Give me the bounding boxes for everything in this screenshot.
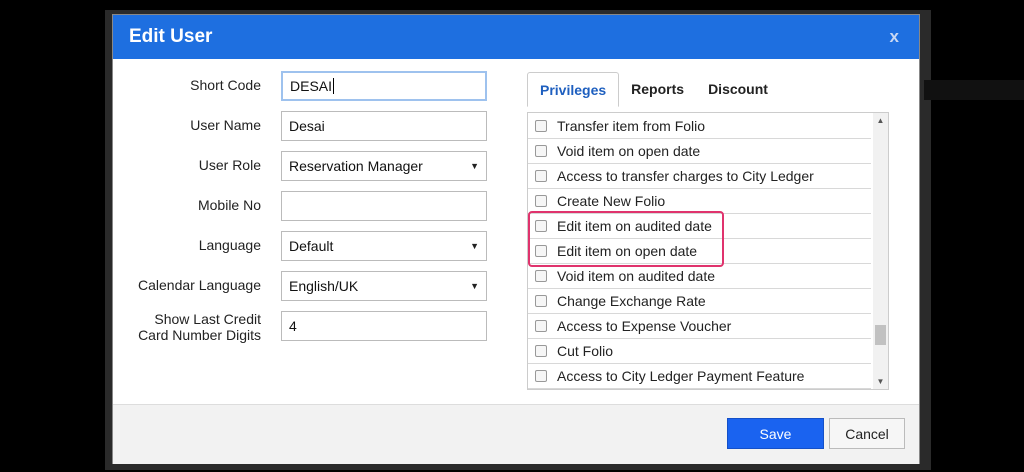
language-value: Default bbox=[289, 238, 334, 254]
tab-privileges[interactable]: Privileges bbox=[527, 72, 620, 107]
privilege-item[interactable]: Void item on audited date bbox=[528, 264, 871, 289]
close-icon[interactable]: x bbox=[890, 27, 899, 47]
short-code-label: Short Code bbox=[190, 77, 261, 93]
privilege-label: Access to City Ledger Payment Feature bbox=[557, 368, 805, 384]
user-name-value: Desai bbox=[289, 118, 325, 134]
save-button[interactable]: Save bbox=[727, 418, 824, 449]
calendar-language-value: English/UK bbox=[289, 278, 359, 294]
tab-discount[interactable]: Discount bbox=[696, 72, 780, 107]
chevron-down-icon: ▼ bbox=[470, 161, 479, 171]
tab-bar: Privileges Reports Discount bbox=[527, 72, 780, 107]
checkbox-icon[interactable] bbox=[535, 220, 547, 232]
show-last-digits-input[interactable]: 4 bbox=[281, 311, 487, 341]
mobile-no-input[interactable] bbox=[281, 191, 487, 221]
tab-reports[interactable]: Reports bbox=[619, 72, 696, 107]
show-last-digits-label-line1: Show Last Credit bbox=[154, 311, 261, 327]
privilege-item[interactable]: Create New Folio bbox=[528, 189, 871, 214]
short-code-value: DESAI bbox=[290, 78, 333, 94]
scrollbar[interactable]: ▲ ▼ bbox=[873, 113, 888, 389]
scroll-down-icon[interactable]: ▼ bbox=[873, 374, 888, 389]
privilege-label: Access to transfer charges to City Ledge… bbox=[557, 168, 814, 184]
checkbox-icon[interactable] bbox=[535, 370, 547, 382]
short-code-input[interactable]: DESAI bbox=[281, 71, 487, 101]
privilege-item[interactable]: Edit item on open date bbox=[528, 239, 871, 264]
checkbox-icon[interactable] bbox=[535, 145, 547, 157]
privilege-item[interactable]: Access to City Ledger Payment Feature bbox=[528, 364, 871, 389]
user-role-value: Reservation Manager bbox=[289, 158, 423, 174]
privilege-label: Void item on audited date bbox=[557, 268, 716, 284]
calendar-language-select[interactable]: English/UK ▼ bbox=[281, 271, 487, 301]
user-role-label: User Role bbox=[198, 157, 261, 173]
privilege-item[interactable]: Access to transfer charges to City Ledge… bbox=[528, 164, 871, 189]
checkbox-icon[interactable] bbox=[535, 120, 547, 132]
text-cursor bbox=[333, 78, 335, 94]
edit-user-dialog: Edit User x Short Code DESAI User Name D… bbox=[112, 14, 920, 464]
privilege-item[interactable]: Cut Folio bbox=[528, 339, 871, 364]
privileges-items: Transfer item from Folio Void item on ope… bbox=[528, 113, 871, 389]
calendar-language-label: Calendar Language bbox=[138, 277, 261, 293]
privilege-label: Transfer item from Folio bbox=[557, 118, 706, 134]
privilege-item[interactable]: Transfer item from Folio bbox=[528, 114, 871, 139]
scroll-thumb[interactable] bbox=[875, 325, 886, 345]
scroll-up-icon[interactable]: ▲ bbox=[873, 113, 888, 128]
chevron-down-icon: ▼ bbox=[470, 241, 479, 251]
dialog-title: Edit User bbox=[129, 26, 213, 47]
privilege-item[interactable]: Edit item on audited date bbox=[528, 214, 871, 239]
cancel-button[interactable]: Cancel bbox=[829, 418, 905, 449]
privilege-item[interactable]: Access to Expense Voucher bbox=[528, 314, 871, 339]
dialog-header: Edit User x bbox=[113, 15, 919, 59]
show-last-digits-label: Show Last Credit Card Number Digits bbox=[113, 311, 261, 343]
language-label: Language bbox=[198, 237, 261, 253]
dialog-footer: Save Cancel bbox=[113, 404, 919, 464]
checkbox-icon[interactable] bbox=[535, 320, 547, 332]
chevron-down-icon: ▼ bbox=[470, 281, 479, 291]
checkbox-icon[interactable] bbox=[535, 170, 547, 182]
privilege-label: Edit item on open date bbox=[557, 243, 698, 259]
privilege-label: Change Exchange Rate bbox=[557, 293, 706, 309]
privilege-label: Edit item on audited date bbox=[557, 218, 712, 234]
background-strip bbox=[924, 80, 1024, 100]
privilege-label: Access to Expense Voucher bbox=[557, 318, 732, 334]
user-name-label: User Name bbox=[190, 117, 261, 133]
privilege-item[interactable]: Void item on open date bbox=[528, 139, 871, 164]
user-role-select[interactable]: Reservation Manager ▼ bbox=[281, 151, 487, 181]
show-last-digits-value: 4 bbox=[289, 318, 297, 334]
privilege-label: Cut Folio bbox=[557, 343, 614, 359]
checkbox-icon[interactable] bbox=[535, 295, 547, 307]
checkbox-icon[interactable] bbox=[535, 270, 547, 282]
checkbox-icon[interactable] bbox=[535, 245, 547, 257]
user-name-input[interactable]: Desai bbox=[281, 111, 487, 141]
privilege-label: Void item on open date bbox=[557, 143, 701, 159]
privilege-label: Create New Folio bbox=[557, 193, 666, 209]
privilege-item[interactable]: Change Exchange Rate bbox=[528, 289, 871, 314]
checkbox-icon[interactable] bbox=[535, 195, 547, 207]
checkbox-icon[interactable] bbox=[535, 345, 547, 357]
privileges-list[interactable]: Transfer item from Folio Void item on ope… bbox=[527, 112, 889, 390]
language-select[interactable]: Default ▼ bbox=[281, 231, 487, 261]
show-last-digits-label-line2: Card Number Digits bbox=[138, 327, 261, 343]
mobile-no-label: Mobile No bbox=[197, 197, 261, 213]
